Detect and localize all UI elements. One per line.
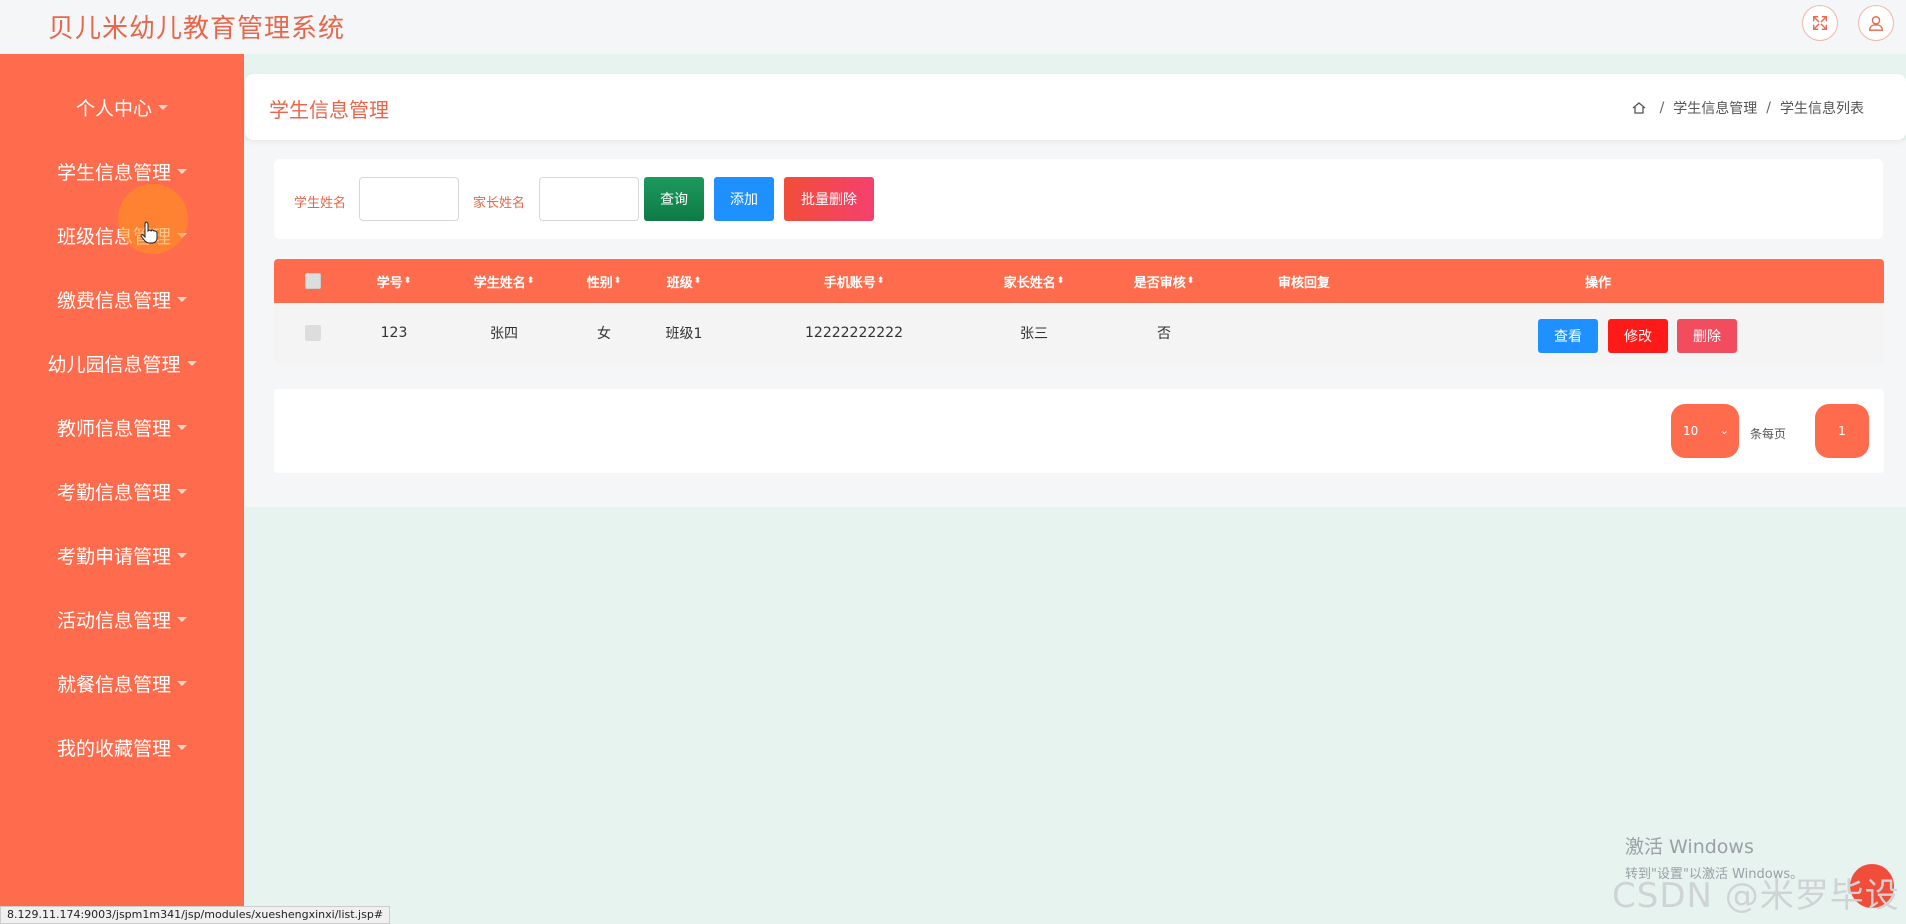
sidebar-item-label: 考勤信息管理 <box>56 481 171 504</box>
sidebar-item-label: 学生信息管理 <box>56 161 171 184</box>
student-name-input[interactable] <box>359 177 459 221</box>
sidebar-item-kindergarten-info[interactable]: 幼儿园信息管理 <box>0 343 244 383</box>
status-bar-url: 8.129.11.174:9003/jspm1m341/jsp/modules/… <box>0 906 391 924</box>
column-header-actions: 操作 <box>1584 275 1611 291</box>
breadcrumb-item[interactable]: 学生信息管理 <box>1673 98 1757 118</box>
caret-down-icon <box>177 168 187 174</box>
page-header: 学生信息管理 / 学生信息管理 / 学生信息列表 <box>245 74 1906 140</box>
sidebar-item-payment-info[interactable]: 缴费信息管理 <box>0 279 244 319</box>
cell-review-reply <box>1254 303 1354 363</box>
home-icon[interactable] <box>1631 100 1647 116</box>
sidebar-item-favorites[interactable]: 我的收藏管理 <box>0 727 244 767</box>
delete-button[interactable]: 删除 <box>1677 319 1737 353</box>
caret-down-icon <box>177 680 187 686</box>
sidebar-item-label: 考勤申请管理 <box>56 545 171 568</box>
sort-icon: ⬍ <box>876 276 885 286</box>
student-table: 学号 ⬍ 学生姓名 ⬍ 性别 ⬍ 班级 ⬍ 手机账号 ⬍ 家长姓名 ⬍ 是否审核 ⬍ 审核回复… <box>274 259 1884 363</box>
column-header-class[interactable]: 班级 ⬍ <box>654 259 714 303</box>
per-page-label: 条每页 <box>1750 427 1787 441</box>
caret-down-icon <box>177 296 187 302</box>
breadcrumb-separator: / <box>1766 100 1771 116</box>
caret-down-icon <box>186 360 197 366</box>
sidebar-item-label: 教师信息管理 <box>56 417 171 440</box>
page-size-select[interactable]: 10 ⌄ <box>1671 404 1739 458</box>
column-header-reviewed[interactable]: 是否审核 ⬍ <box>1114 259 1214 303</box>
windows-activation-title: 激活 Windows <box>1625 836 1754 858</box>
cell-id: 123 <box>380 325 408 341</box>
app-title: 贝儿米幼儿教育管理系统 <box>48 14 346 44</box>
select-all-checkbox[interactable] <box>305 273 321 289</box>
row-checkbox[interactable] <box>305 325 321 341</box>
column-header-student-name[interactable]: 学生姓名 ⬍ <box>454 259 554 303</box>
breadcrumb-separator: / <box>1659 100 1665 116</box>
caret-down-icon <box>158 104 168 110</box>
cell-class: 班级1 <box>665 326 703 342</box>
sidebar-item-label: 我的收藏管理 <box>56 737 171 760</box>
caret-down-icon <box>177 616 187 622</box>
sort-icon: ⬍ <box>613 276 622 286</box>
sort-icon: ⬍ <box>693 276 702 286</box>
watermark: CSDN @米罗毕设 <box>1612 876 1900 916</box>
pagination: 10 ⌄ 条每页 1 <box>274 389 1884 473</box>
sidebar-item-label: 个人中心 <box>75 97 152 120</box>
student-name-label: 学生姓名 <box>294 196 347 211</box>
cell-student-name: 张四 <box>490 326 518 342</box>
sidebar: 个人中心 学生信息管理 班级信息管理 缴费信息管理 幼儿园信息管理 教师信息管理… <box>0 54 244 924</box>
top-bar: 贝儿米幼儿教育管理系统 <box>0 0 1906 54</box>
add-button[interactable]: 添加 <box>714 177 774 221</box>
query-button[interactable]: 查询 <box>644 177 704 221</box>
cell-gender: 女 <box>597 326 611 342</box>
caret-down-icon <box>177 552 187 558</box>
fullscreen-icon[interactable] <box>1802 5 1838 41</box>
batch-delete-button[interactable]: 批量删除 <box>784 177 874 221</box>
column-header-phone[interactable]: 手机账号 ⬍ <box>794 259 914 303</box>
column-header-review-reply: 审核回复 <box>1277 275 1330 291</box>
sort-icon: ⬍ <box>526 276 535 286</box>
column-header-parent-name[interactable]: 家长姓名 ⬍ <box>974 259 1094 303</box>
chevron-down-icon: ⌄ <box>1719 424 1729 437</box>
sidebar-item-label: 活动信息管理 <box>56 609 171 632</box>
breadcrumb: / 学生信息管理 / 学生信息列表 <box>1631 98 1864 118</box>
sort-icon: ⬍ <box>1056 276 1065 286</box>
sidebar-item-personal-center[interactable]: 个人中心 <box>0 87 244 127</box>
caret-down-icon <box>177 424 187 430</box>
breadcrumb-item: 学生信息列表 <box>1780 101 1864 117</box>
caret-down-icon <box>177 744 187 750</box>
caret-down-icon <box>177 488 187 494</box>
view-button[interactable]: 查看 <box>1538 319 1598 353</box>
hand-cursor-icon <box>140 221 158 244</box>
cell-reviewed: 否 <box>1157 326 1171 342</box>
page-title: 学生信息管理 <box>269 98 389 122</box>
column-header-id[interactable]: 学号 ⬍ <box>364 259 424 303</box>
parent-name-label: 家长姓名 <box>473 196 526 211</box>
sidebar-item-attendance-info[interactable]: 考勤信息管理 <box>0 471 244 511</box>
sidebar-item-activity-info[interactable]: 活动信息管理 <box>0 599 244 639</box>
sidebar-item-attendance-request[interactable]: 考勤申请管理 <box>0 535 244 575</box>
sidebar-item-label: 缴费信息管理 <box>56 289 171 312</box>
search-bar: 学生姓名 家长姓名 查询 添加 批量删除 <box>274 159 1883 239</box>
column-header-gender[interactable]: 性别 ⬍ <box>574 259 634 303</box>
sort-icon: ⬍ <box>1186 276 1195 286</box>
sort-icon: ⬍ <box>403 276 412 286</box>
edit-button[interactable]: 修改 <box>1608 319 1668 353</box>
cell-phone: 12222222222 <box>805 325 903 341</box>
sidebar-item-meal-info[interactable]: 就餐信息管理 <box>0 663 244 703</box>
sidebar-item-student-info[interactable]: 学生信息管理 <box>0 151 244 191</box>
table-header: 学号 ⬍ 学生姓名 ⬍ 性别 ⬍ 班级 ⬍ 手机账号 ⬍ 家长姓名 ⬍ 是否审核 ⬍ 审核回复… <box>274 259 1884 303</box>
table-row: 123 张四 女 班级1 12222222222 张三 否 查看 修改 删除 <box>274 303 1884 363</box>
sidebar-item-teacher-info[interactable]: 教师信息管理 <box>0 407 244 447</box>
cell-parent-name: 张三 <box>1020 326 1048 342</box>
sidebar-item-label: 幼儿园信息管理 <box>47 353 181 376</box>
page-size-value: 10 <box>1683 424 1699 438</box>
parent-name-input[interactable] <box>539 177 639 221</box>
user-icon[interactable] <box>1858 5 1894 41</box>
page-number-button[interactable]: 1 <box>1815 404 1869 458</box>
sidebar-item-label: 就餐信息管理 <box>56 673 171 696</box>
